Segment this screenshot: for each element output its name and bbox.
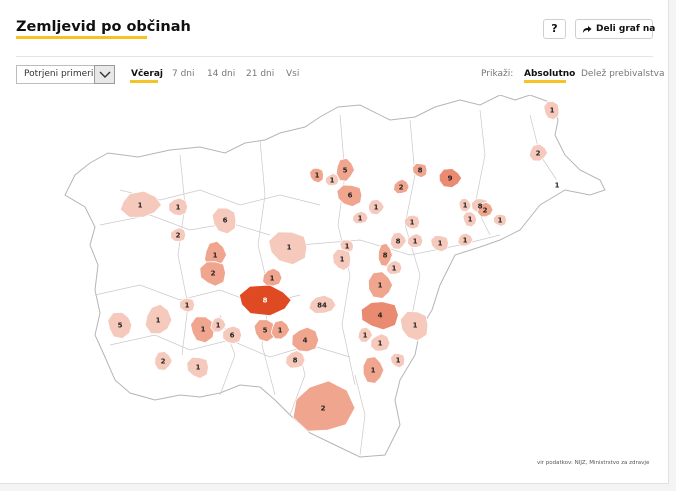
share-arrow-icon — [583, 26, 592, 33]
municipality-value-label: 8 — [293, 357, 298, 365]
municipality-value-label: 1 — [413, 238, 418, 246]
toggle-absolute[interactable]: Absolutno — [524, 69, 575, 79]
municipality-value-label: 8 — [383, 252, 388, 260]
chart-title: Zemljevid po občinah — [16, 19, 191, 35]
tab-all[interactable]: Vsi — [286, 69, 299, 79]
metric-select-value: Potrjeni primeri — [24, 69, 94, 79]
municipality-value-label: 1 — [278, 327, 283, 335]
municipality-value-label: 1 — [315, 172, 320, 180]
data-source-note: vir podatkov: NIJZ, Ministrstvo za zdrav… — [537, 460, 650, 466]
municipality-value-label: 1 — [413, 322, 418, 330]
header-divider — [16, 56, 653, 57]
municipality-value-label: 9 — [448, 175, 453, 183]
municipality-value-label: 2 — [211, 270, 216, 278]
municipality-value-label: 1 — [438, 240, 443, 248]
chart-card: Zemljevid po občinah ? Deli graf na Potr… — [0, 0, 669, 484]
municipality-value-label: 1 — [396, 357, 401, 365]
municipality-value-label: 1 — [498, 217, 503, 225]
title-underline — [16, 36, 147, 39]
help-button[interactable]: ? — [543, 19, 566, 39]
municipality-value-label: 5 — [118, 322, 123, 330]
municipality-value-label: 1 — [358, 215, 363, 223]
municipality-value-label: 1 — [270, 275, 275, 283]
municipality-value-label: 1 — [196, 364, 201, 372]
municipality-value-label: 5 — [343, 167, 348, 175]
municipality-value-label: 2 — [399, 184, 404, 192]
share-button[interactable]: Deli graf na — [575, 19, 656, 39]
tab-7-days[interactable]: 7 dni — [172, 69, 195, 79]
municipality-value-label: 1 — [201, 326, 206, 334]
municipality-value-label: 1 — [463, 237, 468, 245]
municipality-value-label: 1 — [378, 282, 383, 290]
municipality-value-label: 1 — [392, 265, 397, 273]
municipality-value-label: 8 — [396, 238, 401, 246]
municipality-value-label: 2 — [161, 358, 166, 366]
show-label: Prikaži: — [481, 69, 514, 79]
select-arrow-box[interactable] — [94, 65, 115, 84]
municipality-value-label: 6 — [348, 192, 353, 200]
municipality-value-label: 8 — [418, 167, 423, 175]
municipality-value-label: 1 — [363, 332, 368, 340]
municipality-value-label: 1 — [345, 243, 350, 251]
metric-select[interactable]: Potrjeni primeri — [16, 65, 115, 84]
municipality-value-label: 8 — [263, 297, 268, 305]
share-button-label: Deli graf na — [596, 24, 656, 34]
tab-yesterday[interactable]: Včeraj — [131, 69, 163, 79]
municipality-value-label: 1 — [216, 322, 221, 330]
municipality-value-label: 6 — [223, 217, 228, 225]
municipality-value-label: 5 — [263, 327, 268, 335]
tab-21-days[interactable]: 21 dni — [246, 69, 274, 79]
tab-active-underline — [130, 80, 158, 83]
municipality-value-label: 4 — [303, 337, 308, 345]
municipality-value-label: 1 — [410, 219, 415, 227]
chevron-down-icon — [99, 71, 111, 78]
municipality-value-label: 2 — [483, 207, 488, 215]
municipality-value-label: 1 — [176, 204, 181, 212]
municipality-value-label: 1 — [378, 340, 383, 348]
municipality-value-label: 1 — [340, 256, 345, 264]
municipality-value-label: 1 — [156, 317, 161, 325]
tab-14-days[interactable]: 14 dni — [207, 69, 235, 79]
municipality-value-label: 1 — [468, 216, 473, 224]
municipality-value-label: 1 — [374, 204, 379, 212]
municipality-value-label: 1 — [185, 302, 190, 310]
municipality-map[interactable]: 121151611892812111111 161218 1 181111288445… — [60, 95, 620, 460]
municipality-value-label: 2 — [321, 405, 326, 413]
municipality-value-label: 1 — [463, 202, 468, 210]
municipality-value-label: 4 — [378, 312, 383, 320]
municipality-value-label: 1 — [138, 202, 143, 210]
toggle-active-underline — [524, 80, 566, 83]
municipality-value-label: 2 — [176, 232, 181, 240]
municipality-value-label: 1 — [555, 182, 560, 190]
municipality-value-label: 1 — [213, 252, 218, 260]
municipality-value-label: 1 — [371, 367, 376, 375]
municipality-value-label: 1 — [550, 107, 555, 115]
municipality-value-label: 2 — [536, 150, 541, 158]
municipality-value-label: 1 — [287, 244, 292, 252]
municipality-value-label: 1 — [330, 177, 335, 185]
municipality-value-label: 84 — [317, 302, 327, 310]
toggle-population-share[interactable]: Delež prebivalstva — [581, 69, 664, 79]
municipality-value-label: 6 — [230, 332, 235, 340]
